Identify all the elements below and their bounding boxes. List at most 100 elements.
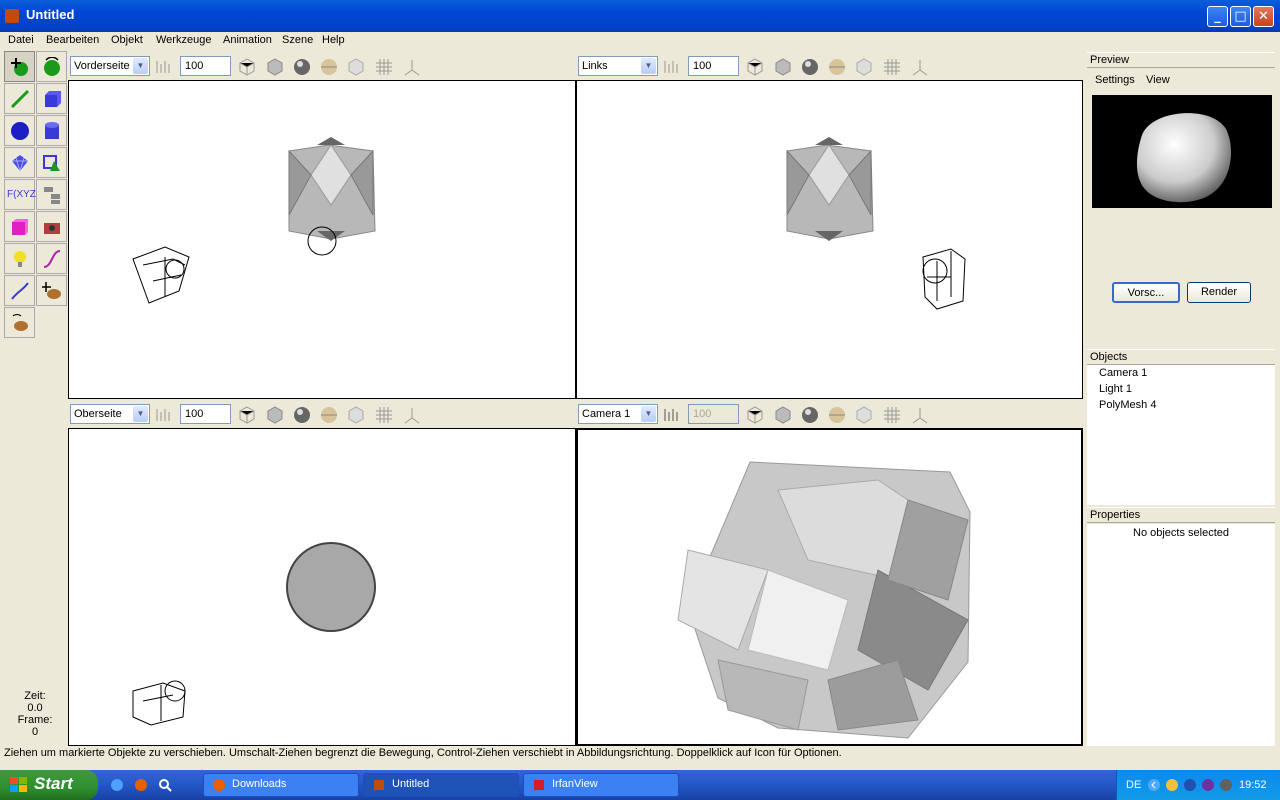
spline-mesh-tool[interactable] <box>36 147 67 178</box>
grid-icon[interactable] <box>883 58 901 76</box>
transparent-icon[interactable] <box>347 406 365 424</box>
textured-icon[interactable] <box>828 58 846 76</box>
viewport-left[interactable] <box>576 80 1083 399</box>
camera-tool[interactable] <box>36 211 67 242</box>
move-view-tool[interactable] <box>36 275 67 306</box>
quicklaunch-ie-icon[interactable] <box>110 778 124 792</box>
fxyz-tool[interactable]: F(XYZ) <box>4 179 39 210</box>
cylinder-tool[interactable] <box>36 115 67 146</box>
chevron-down-icon[interactable]: ▼ <box>133 406 148 422</box>
wireframe-icon[interactable] <box>238 58 256 76</box>
rotate-view-tool[interactable] <box>4 307 35 338</box>
transparent-icon[interactable] <box>347 58 365 76</box>
smooth-icon[interactable] <box>293 406 311 424</box>
menu-datei[interactable]: Datei <box>8 34 34 46</box>
view-select[interactable]: Links ▼ <box>578 56 658 76</box>
properties-empty: No objects selected <box>1087 524 1275 746</box>
smooth-icon[interactable] <box>801 406 819 424</box>
zoom-slider-icon[interactable] <box>662 406 680 424</box>
shaded-icon[interactable] <box>266 58 284 76</box>
menu-animation[interactable]: Animation <box>223 34 272 46</box>
smooth-icon[interactable] <box>293 58 311 76</box>
start-button[interactable]: Start <box>0 770 98 800</box>
view-select[interactable]: Oberseite ▼ <box>70 404 150 424</box>
menu-help[interactable]: Help <box>322 34 345 46</box>
move-tool[interactable] <box>4 51 35 82</box>
shaded-icon[interactable] <box>774 58 792 76</box>
list-item[interactable]: PolyMesh 4 <box>1087 397 1275 413</box>
chevron-down-icon[interactable]: ▼ <box>641 406 656 422</box>
task-untitled[interactable]: Untitled <box>363 773 519 797</box>
wireframe-icon[interactable] <box>746 406 764 424</box>
wireframe-icon[interactable] <box>746 58 764 76</box>
app-icon[interactable] <box>5 9 19 23</box>
zoom-slider-icon[interactable] <box>154 58 172 76</box>
hierarchy-tool[interactable] <box>36 179 67 210</box>
tray-network-icon[interactable] <box>1183 778 1197 792</box>
path-tool[interactable] <box>4 275 35 306</box>
textured-icon[interactable] <box>828 406 846 424</box>
textured-icon[interactable] <box>320 58 338 76</box>
smooth-icon[interactable] <box>801 58 819 76</box>
artofillusion-icon <box>374 780 384 790</box>
chevron-down-icon[interactable]: ▼ <box>641 58 656 74</box>
cube-tool[interactable] <box>36 83 67 114</box>
task-irfanview[interactable]: IrfanView <box>523 773 679 797</box>
task-downloads[interactable]: Downloads <box>203 773 359 797</box>
menu-szene[interactable]: Szene <box>282 34 313 46</box>
menu-bearbeiten[interactable]: Bearbeiten <box>46 34 99 46</box>
curve-tool[interactable] <box>36 243 67 274</box>
grid-icon[interactable] <box>375 58 393 76</box>
polymesh-tool[interactable] <box>4 147 35 178</box>
zoom-field[interactable]: 100 <box>180 404 231 424</box>
transparent-icon[interactable] <box>855 58 873 76</box>
grid-icon[interactable] <box>883 406 901 424</box>
zoom-field[interactable]: 100 <box>688 56 739 76</box>
viewport-camera[interactable] <box>576 428 1083 746</box>
quicklaunch-firefox-icon[interactable] <box>134 778 148 792</box>
preview-button[interactable]: Vorsc... <box>1112 282 1180 303</box>
quicklaunch-search-icon[interactable] <box>158 778 172 792</box>
grid-icon[interactable] <box>375 406 393 424</box>
title-bar[interactable]: Untitled _ □ ✕ <box>0 0 1280 32</box>
view-select[interactable]: Vorderseite ▼ <box>70 56 150 76</box>
create-curve-tool[interactable] <box>4 83 35 114</box>
list-item[interactable]: Camera 1 <box>1087 365 1275 381</box>
texture-tool[interactable] <box>4 211 35 242</box>
viewport-top[interactable] <box>68 428 576 746</box>
menu-werkzeuge[interactable]: Werkzeuge <box>156 34 211 46</box>
zoom-slider-icon[interactable] <box>154 406 172 424</box>
menu-objekt[interactable]: Objekt <box>111 34 143 46</box>
shaded-icon[interactable] <box>266 406 284 424</box>
axes-icon[interactable] <box>403 58 421 76</box>
list-item[interactable]: Light 1 <box>1087 381 1275 397</box>
tray-expand-icon[interactable] <box>1147 778 1161 792</box>
light-tool[interactable] <box>4 243 35 274</box>
viewport-front[interactable] <box>68 80 576 399</box>
tray-volume-icon[interactable] <box>1219 778 1233 792</box>
textured-icon[interactable] <box>320 406 338 424</box>
rotate-tool[interactable] <box>36 51 67 82</box>
tab-settings[interactable]: Settings <box>1095 74 1135 86</box>
minimize-button[interactable]: _ <box>1207 6 1228 27</box>
tray-app-icon[interactable] <box>1165 778 1179 792</box>
render-preview[interactable] <box>1092 95 1272 208</box>
shaded-icon[interactable] <box>774 406 792 424</box>
sphere-tool[interactable] <box>4 115 35 146</box>
maximize-button[interactable]: □ <box>1230 6 1251 27</box>
close-button[interactable]: ✕ <box>1253 6 1274 27</box>
render-button[interactable]: Render <box>1187 282 1251 303</box>
zoom-field[interactable]: 100 <box>180 56 231 76</box>
zoom-slider-icon[interactable] <box>662 58 680 76</box>
tab-view[interactable]: View <box>1146 74 1170 86</box>
right-sidebar: Preview Settings View Vorsc... Render Ob… <box>1087 52 1275 746</box>
tray-security-icon[interactable] <box>1201 778 1215 792</box>
axes-icon[interactable] <box>403 406 421 424</box>
chevron-down-icon[interactable]: ▼ <box>133 58 148 74</box>
language-indicator[interactable]: DE <box>1126 779 1141 791</box>
view-select[interactable]: Camera 1 ▼ <box>578 404 658 424</box>
wireframe-icon[interactable] <box>238 406 256 424</box>
axes-icon[interactable] <box>911 58 929 76</box>
axes-icon[interactable] <box>911 406 929 424</box>
transparent-icon[interactable] <box>855 406 873 424</box>
